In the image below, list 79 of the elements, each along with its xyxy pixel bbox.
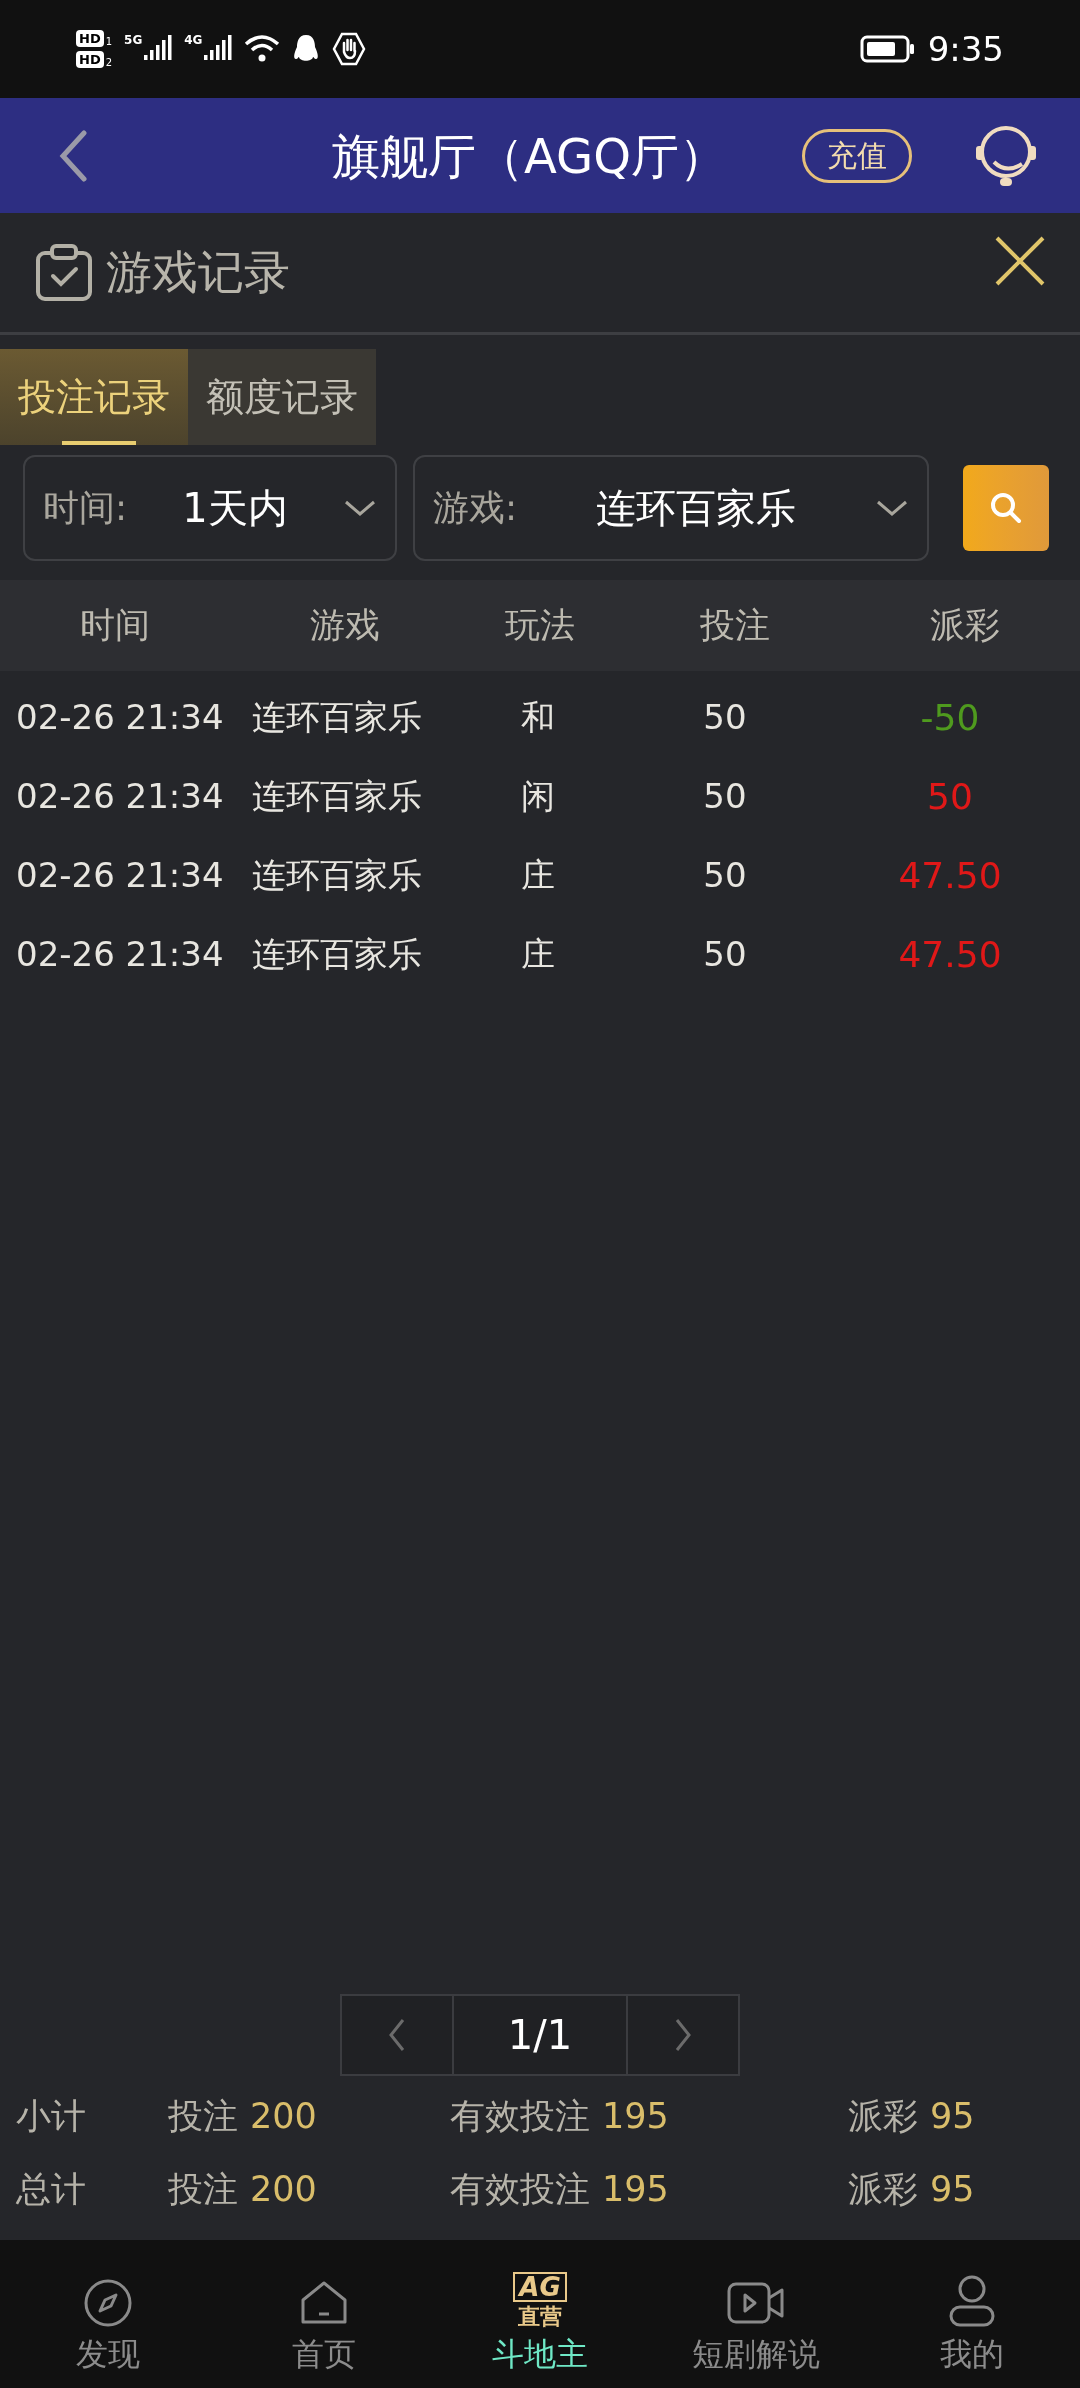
filter-dropdown[interactable]: 游戏: 连环百家乐 [413,455,929,561]
table-cell-text: 庄 [520,933,556,976]
table-cell-text: 02-26 21:34 [15,933,225,976]
nav-tab[interactable]: AG 直营 斗地主 [432,2240,648,2388]
network-label: 5G [124,34,143,46]
table-cell-text: 02-26 21:34 [15,775,225,818]
summary-value: 195 [602,2095,669,2139]
column-header: 玩法 [504,604,576,648]
table-cell-text: 02-26 21:34 [15,696,225,739]
table-cell-text: 闲 [520,775,556,818]
filter-value: 连环百家乐 [595,484,798,533]
nav-tab[interactable]: 短剧解说 [648,2240,864,2388]
filter-dropdown[interactable]: 时间: 1天内 [23,455,397,561]
hand-icon [332,32,367,66]
table-cell-text: 50 [702,696,748,739]
nav-tab[interactable]: 我的 [864,2240,1080,2388]
page-title: 旗舰厅（AGQ厅） [332,126,727,186]
table-cell-text: 50 [926,774,974,819]
summary-label: 小计 [16,2095,87,2139]
page-indicator: 1/1 [454,1994,626,2076]
table-cell-text: 连环百家乐 [251,933,423,976]
hd-badge: HD [76,51,104,68]
filter-label: 游戏: [433,486,518,530]
chevron-down-icon [343,498,377,518]
table-cell-text: 47.50 [897,853,1003,898]
clipboard-check-icon [34,242,94,303]
summary-label: 有效投注 [450,2095,590,2139]
summary-value: 195 [602,2168,669,2212]
table-cell-text: 和 [520,696,556,739]
search-icon [989,491,1023,525]
table-cell-text: 连环百家乐 [251,854,423,897]
table-cell-text: -50 [919,695,981,740]
summary-label: 投注 [168,2168,238,2212]
table-cell-text: 连环百家乐 [251,696,423,739]
user-icon [947,2274,997,2328]
panel-title: 游戏记录 [106,244,290,301]
chevron-down-icon [875,498,909,518]
search-button[interactable] [963,465,1049,551]
filter-label: 时间: [43,486,128,530]
summary-label: 派彩 [848,2095,918,2139]
column-header: 时间 [79,604,151,648]
column-header: 游戏 [309,604,381,648]
close-icon[interactable] [994,235,1046,287]
table-cell-text: 02-26 21:34 [15,854,225,897]
summary-label: 投注 [168,2095,238,2139]
tab[interactable]: 投注记录 [0,349,188,445]
sim-number: 1 [105,37,113,47]
sim-number: 2 [105,58,113,68]
filter-value: 1天内 [181,484,289,533]
back-icon[interactable] [58,129,88,182]
network-label: 4G [184,34,203,46]
clock-time: 9:35 [927,27,1004,71]
nav-tab[interactable]: 首页 [216,2240,432,2388]
table-cell-text: 庄 [520,854,556,897]
hd-badge: HD [76,30,104,47]
logo-text: AG [513,2272,567,2302]
summary-label: 总计 [16,2168,87,2212]
logo-text: 直营 [518,2306,562,2328]
battery-icon [859,34,916,64]
summary-label: 有效投注 [450,2168,590,2212]
table-cell-text: 47.50 [897,932,1003,977]
nav-tab[interactable]: 发现 [0,2240,216,2388]
table-cell-text: 50 [702,933,748,976]
table-cell-text: 连环百家乐 [251,775,423,818]
compass-icon [83,2278,133,2328]
column-header: 投注 [699,604,771,648]
summary-value: 95 [930,2168,975,2212]
table-cell-text: 50 [702,775,748,818]
recharge-button[interactable]: 充值 [802,128,912,183]
summary-value: 95 [930,2095,975,2139]
wifi-icon [244,34,281,64]
chevron-right-icon [674,2018,692,2052]
summary-value: 200 [250,2168,317,2212]
chevron-left-icon [388,2018,406,2052]
tab[interactable]: 额度记录 [188,349,376,445]
column-header: 派彩 [929,604,1001,648]
summary-label: 派彩 [848,2168,918,2212]
table-cell-text: 50 [702,854,748,897]
summary-value: 200 [250,2095,317,2139]
